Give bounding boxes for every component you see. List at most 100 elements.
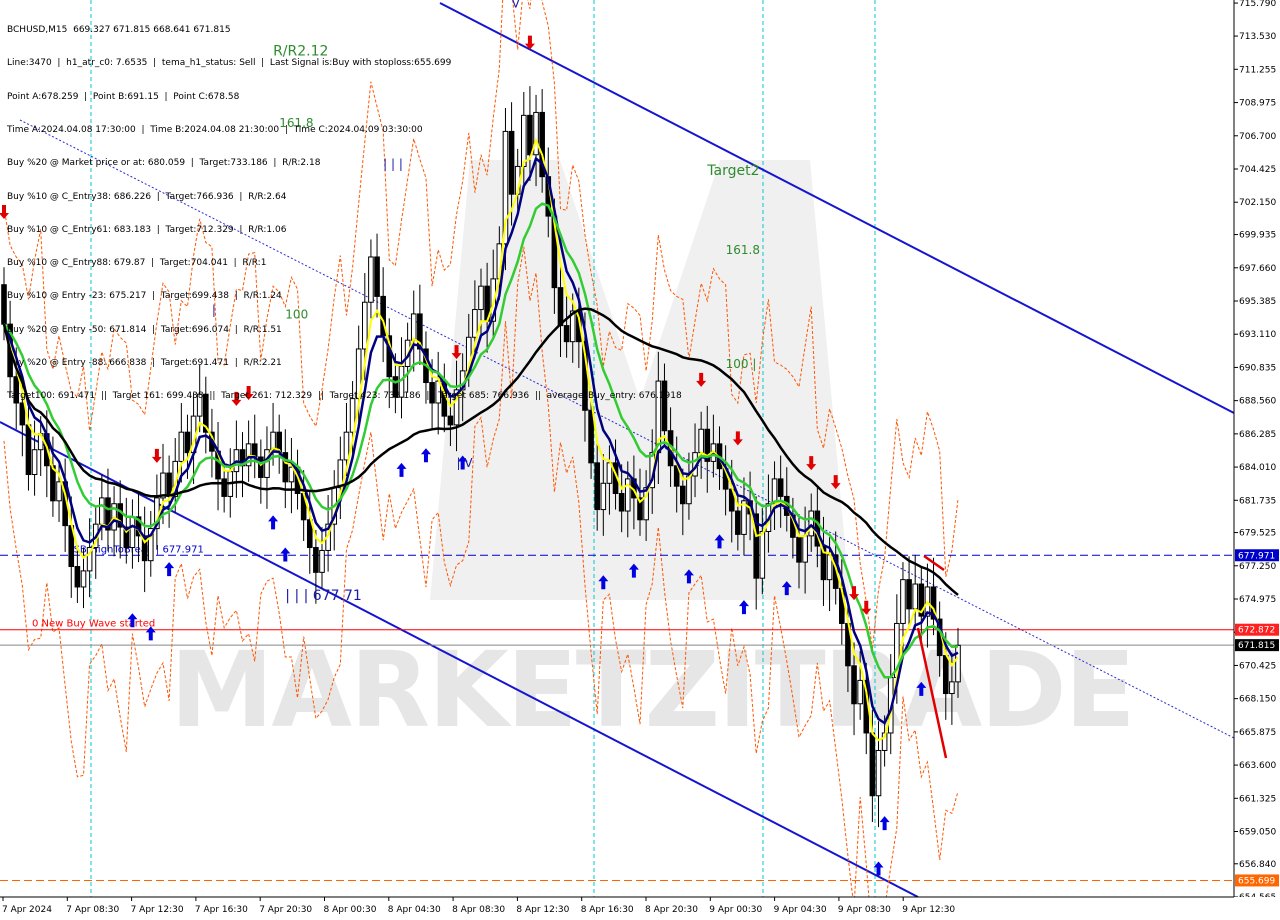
candle-body <box>264 449 270 478</box>
y-tick-label: 668.150 <box>1239 695 1276 705</box>
y-tick-label: 656.840 <box>1239 860 1276 870</box>
annotation-label: 100 | <box>726 357 757 371</box>
candle-body <box>869 732 876 797</box>
candle-body <box>900 579 906 624</box>
candle-body <box>251 443 258 458</box>
x-tick-label: 9 Apr 00:30 <box>709 905 762 915</box>
y-tick-label: 711.255 <box>1239 65 1276 75</box>
candle-body <box>594 462 600 511</box>
candle-body <box>802 535 808 563</box>
candle-body <box>166 472 172 497</box>
candle-body <box>184 431 191 454</box>
x-tick-label: 7 Apr 20:30 <box>259 905 312 915</box>
y-tick-label: 688.560 <box>1239 397 1276 407</box>
info-line-points: Point A:678.259 | Point B:691.15 | Point… <box>7 91 240 102</box>
candle-body <box>319 549 325 573</box>
y-tick-label: 704.425 <box>1239 165 1276 175</box>
annotation-label: | V <box>457 456 474 470</box>
candle-body <box>735 510 741 535</box>
y-tick-label: 695.385 <box>1239 297 1276 307</box>
x-tick-label: 7 Apr 16:30 <box>195 905 248 915</box>
candle-body <box>31 449 38 476</box>
x-tick-label: 8 Apr 20:30 <box>645 905 698 915</box>
y-tick-label: 715.790 <box>1239 0 1276 9</box>
candle-body <box>178 431 185 462</box>
y-tick-label: 677.250 <box>1239 562 1276 572</box>
price-tag-label: 671.815 <box>1238 641 1275 651</box>
y-tick-label: 684.010 <box>1239 463 1276 473</box>
x-tick-label: 7 Apr 08:30 <box>66 905 119 915</box>
y-tick-label: 706.700 <box>1239 132 1276 142</box>
info-panel: BCHUSD,M15 669.327 671.815 668.641 671.8… <box>7 3 682 413</box>
candle-body <box>851 665 857 705</box>
candle-body <box>906 579 912 610</box>
candle-body <box>796 536 802 563</box>
candle-body <box>912 583 918 610</box>
x-tick-label: 7 Apr 2024 <box>2 905 52 915</box>
x-tick-label: 8 Apr 12:30 <box>516 905 569 915</box>
y-tick-label: 663.600 <box>1239 761 1276 771</box>
price-tag-label: 677.971 <box>1238 551 1275 561</box>
x-tick-label: 8 Apr 00:30 <box>324 905 377 915</box>
candle-body <box>1 284 7 325</box>
candle-body <box>680 485 686 505</box>
candle-body <box>942 655 949 695</box>
y-tick-label: 697.660 <box>1239 264 1276 274</box>
annotation-label: 161.8 <box>726 243 760 257</box>
info-line-entry-50: Buy %20 @ Entry -50: 671.814 | Target:69… <box>7 324 282 335</box>
info-line-status: Line:3470 | h1_atr_c0: 7.6535 | tema_h1_… <box>7 58 452 69</box>
candle-body <box>698 428 704 454</box>
x-tick-label: 8 Apr 16:30 <box>581 905 634 915</box>
y-tick-label: 681.735 <box>1239 496 1276 506</box>
info-line-targets: Target100: 691.471 || Target 161: 699.43… <box>7 391 682 402</box>
candle-body <box>777 478 784 497</box>
info-line-times: Time A:2024.04.08 17:30:00 | Time B:2024… <box>7 125 423 136</box>
y-tick-label: 659.050 <box>1239 828 1276 838</box>
y-tick-label: 674.975 <box>1239 595 1276 605</box>
y-tick-label: 661.325 <box>1239 794 1276 804</box>
y-tick-label: 665.875 <box>1239 728 1276 738</box>
candle-body <box>313 547 319 573</box>
y-tick-label: 702.150 <box>1239 198 1276 208</box>
candle-body <box>759 530 766 579</box>
candle-body <box>129 516 136 549</box>
annotation-label: | | | 677.71 <box>285 588 362 604</box>
info-line-entry-88: Buy %20 @ Entry -88: 666.838 | Target:69… <box>7 358 282 368</box>
info-line-entry38: Buy %10 @ C_Entry38: 686.226 | Target:76… <box>7 191 287 202</box>
candle-body <box>99 497 105 525</box>
candle-body <box>857 679 863 705</box>
y-tick-label: 690.835 <box>1239 363 1276 373</box>
x-tick-label: 8 Apr 04:30 <box>388 905 441 915</box>
annotation-label: Target2 <box>706 163 759 179</box>
y-tick-label: 670.425 <box>1239 661 1276 671</box>
price-tag-label: 655.699 <box>1238 876 1275 886</box>
info-line-entry61: Buy %10 @ C_Entry61: 683.183 | Target:71… <box>7 224 287 235</box>
candle-body <box>949 681 955 695</box>
info-line-buy-market: Buy %20 @ Market price or at: 680.059 | … <box>7 158 321 169</box>
candle-body <box>74 566 81 588</box>
candle-body <box>588 409 594 464</box>
candle-body <box>221 478 227 497</box>
y-tick-label: 708.975 <box>1239 99 1276 109</box>
y-tick-label: 679.525 <box>1239 529 1276 539</box>
info-line-symbol: BCHUSD,M15 669.327 671.815 668.641 671.8… <box>7 25 231 36</box>
candle-body <box>80 570 87 588</box>
candle-body <box>808 510 815 537</box>
y-tick-label: 699.935 <box>1239 231 1276 241</box>
candle-body <box>447 415 454 426</box>
candle-body <box>686 475 692 505</box>
candle-body <box>875 749 882 797</box>
candle-body <box>343 431 350 461</box>
x-tick-label: 9 Apr 04:30 <box>774 905 827 915</box>
x-tick-label: 9 Apr 12:30 <box>902 905 955 915</box>
y-tick-label: 713.530 <box>1239 32 1276 42</box>
candle-body <box>25 424 32 476</box>
info-line-entry88: Buy %10 @ C_Entry88: 679.87 | Target:704… <box>7 258 267 269</box>
candle-body <box>771 478 778 505</box>
x-tick-label: 8 Apr 08:30 <box>452 905 505 915</box>
x-axis-background <box>0 897 1280 920</box>
candle-body <box>600 482 607 511</box>
y-tick-label: 686.285 <box>1239 430 1276 440</box>
y-tick-label: 693.110 <box>1239 330 1276 340</box>
x-tick-label: 9 Apr 08:30 <box>838 905 891 915</box>
